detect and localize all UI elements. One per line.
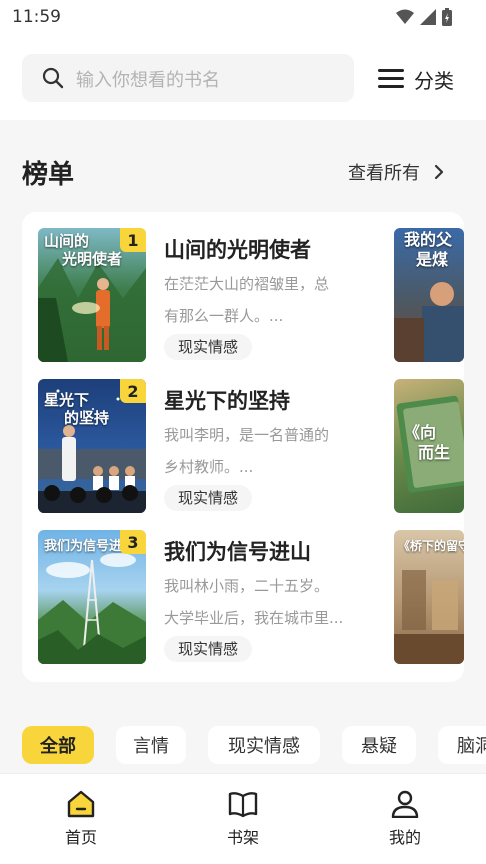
- ranking-item-1[interactable]: 山间的 光明使者 1 山间的光明使者 在茫茫大山的褶皱里，总 有那么一群人。..…: [38, 228, 378, 362]
- user-icon: [391, 790, 419, 818]
- rank-badge: 2: [120, 379, 146, 403]
- book-tag: 现实情感: [164, 334, 253, 360]
- book-description: 我叫林小雨，二十五岁。 大学毕业后，我在城市里...: [164, 577, 344, 627]
- book-icon: [228, 792, 258, 818]
- search-placeholder: 输入你想看的书名: [76, 70, 220, 91]
- search-icon: [42, 67, 64, 89]
- nav-label: 我的: [388, 828, 421, 847]
- book-title: 星光下的坚持: [164, 389, 290, 413]
- side-book-cover-1[interactable]: 我的父 是煤: [394, 228, 464, 362]
- filter-chip-romance[interactable]: 言情: [116, 726, 186, 764]
- nav-label: 书架: [226, 828, 259, 847]
- nav-profile[interactable]: 我的: [365, 790, 445, 848]
- side-cover-title: 《向 而生: [404, 423, 451, 462]
- home-icon: [67, 790, 95, 818]
- filter-chip-imagination[interactable]: 脑洞: [438, 726, 486, 764]
- side-book-cover-3[interactable]: 《桥下的留守: [394, 530, 464, 664]
- section-title: 榜单: [22, 160, 75, 190]
- ranking-list: 山间的 光明使者 1 山间的光明使者 在茫茫大山的褶皱里，总 有那么一群人。..…: [22, 212, 464, 682]
- filter-chip-realistic[interactable]: 现实情感: [208, 726, 320, 764]
- book-cover: 我们为信号进山 3: [38, 530, 146, 664]
- book-cover: 山间的 光明使者 1: [38, 228, 146, 362]
- rank-badge: 3: [120, 530, 146, 554]
- search-input[interactable]: 输入你想看的书名: [22, 54, 354, 102]
- nav-home[interactable]: 首页: [41, 790, 121, 848]
- cover-title: 星光下 的坚持: [44, 391, 110, 427]
- ranking-header: 榜单 查看所有: [0, 140, 486, 204]
- view-all-label: 查看所有: [348, 163, 420, 184]
- category-label: 分类: [414, 68, 454, 93]
- book-description: 我叫李明，是一名普通的 乡村教师。...: [164, 426, 330, 476]
- menu-icon: [378, 69, 404, 89]
- category-button[interactable]: 分类: [378, 62, 454, 96]
- nav-label: 首页: [64, 828, 97, 847]
- book-description: 在茫茫大山的褶皱里，总 有那么一群人。...: [164, 275, 330, 325]
- cover-title: 山间的 光明使者: [44, 232, 123, 268]
- ranking-item-2[interactable]: 星光下 的坚持 2 星光下的坚持 我叫李明，是一名普通的 乡村教师。... 现实…: [38, 379, 378, 513]
- view-all-link[interactable]: 查看所有: [348, 159, 444, 185]
- side-cover-title: 《桥下的留守: [398, 539, 464, 553]
- chevron-right-icon: [434, 164, 444, 180]
- book-title: 山间的光明使者: [164, 238, 311, 262]
- filter-bar: 全部 言情 现实情感 悬疑 脑洞: [0, 722, 486, 768]
- header: 输入你想看的书名 分类: [0, 34, 486, 120]
- side-cover-title: 我的父 是煤: [404, 230, 453, 269]
- wifi-icon: [396, 9, 414, 24]
- status-bar: 11:59: [0, 0, 486, 34]
- filter-chip-suspense[interactable]: 悬疑: [342, 726, 416, 764]
- bottom-nav: 首页 书架 我的: [0, 773, 486, 864]
- side-book-cover-2[interactable]: 《向 而生: [394, 379, 464, 513]
- status-time: 11:59: [12, 7, 61, 27]
- signal-icon: [420, 9, 436, 25]
- ranking-item-3[interactable]: 我们为信号进山 3 我们为信号进山 我叫林小雨，二十五岁。 大学毕业后，我在城市…: [38, 530, 378, 664]
- battery-icon: [442, 8, 452, 26]
- rank-badge: 1: [120, 228, 146, 252]
- nav-bookshelf[interactable]: 书架: [203, 790, 283, 848]
- book-title: 我们为信号进山: [164, 540, 311, 564]
- filter-chip-all[interactable]: 全部: [22, 726, 94, 764]
- book-cover: 星光下 的坚持 2: [38, 379, 146, 513]
- book-tag: 现实情感: [164, 636, 253, 662]
- status-icons: [396, 8, 452, 26]
- book-tag: 现实情感: [164, 485, 253, 511]
